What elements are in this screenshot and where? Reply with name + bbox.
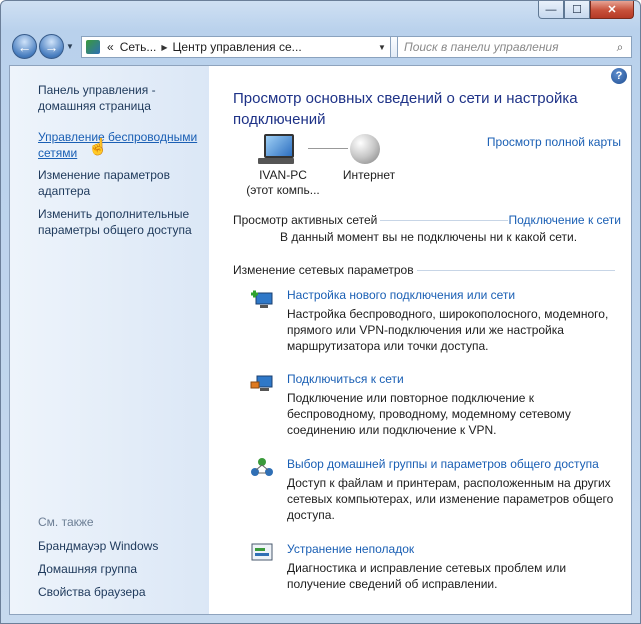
- task-description: Доступ к файлам и принтерам, расположенн…: [287, 476, 614, 522]
- window: — ☐ ✕ ← → ▼ « Сеть... ▶ Центр управления…: [0, 0, 641, 624]
- divider: [380, 220, 508, 221]
- main-panel: ? Просмотр основных сведений о сети и на…: [210, 66, 631, 614]
- chevron-down-icon[interactable]: ▼: [374, 43, 390, 52]
- globe-icon[interactable]: [350, 134, 380, 164]
- address-bar[interactable]: « Сеть... ▶ Центр управления се... ▼: [81, 36, 391, 58]
- help-icon[interactable]: ?: [611, 68, 627, 84]
- sidebar-link-homegroup[interactable]: Домашняя группа: [38, 561, 208, 577]
- search-input[interactable]: Поиск в панели управления ⌕: [397, 36, 632, 58]
- content-area: Панель управления - домашняя страница Уп…: [9, 65, 632, 615]
- search-icon[interactable]: ⌕: [609, 40, 631, 55]
- network-map: IVAN-PC (этот компь... Интернет: [238, 132, 398, 202]
- pc-subtitle: (этот компь...: [246, 183, 320, 197]
- page-title: Просмотр основных сведений о сети и наст…: [233, 90, 578, 128]
- change-settings-heading: Изменение сетевых параметров: [233, 263, 414, 277]
- close-button[interactable]: ✕: [590, 1, 634, 19]
- connect-network-icon: [250, 375, 273, 391]
- computer-icon[interactable]: [258, 134, 298, 164]
- maximize-button[interactable]: ☐: [564, 1, 590, 19]
- task-title[interactable]: Настройка нового подключения или сети: [287, 288, 515, 302]
- navigation-bar: ← → ▼ « Сеть... ▶ Центр управления се...…: [9, 33, 632, 61]
- task-title[interactable]: Подключиться к сети: [287, 372, 404, 386]
- minimize-button[interactable]: —: [538, 1, 564, 19]
- troubleshoot-icon: [251, 543, 273, 561]
- sidebar-link-firewall[interactable]: Брандмауэр Windows: [38, 538, 208, 554]
- internet-label: Интернет: [342, 168, 396, 182]
- view-full-map-link[interactable]: Просмотр полной карты: [487, 135, 621, 149]
- sidebar-item-adapter[interactable]: Изменение параметров адаптера: [38, 167, 208, 199]
- new-connection-icon: [251, 290, 273, 308]
- search-placeholder: Поиск в панели управления: [404, 40, 559, 54]
- no-networks-message: В данный момент вы не подключены ни к ка…: [280, 230, 578, 244]
- homegroup-icon: [251, 458, 273, 476]
- sidebar-item-wireless[interactable]: Управление беспроводными сетями: [38, 129, 208, 161]
- task-description: Подключение или повторное подключение к …: [287, 391, 571, 437]
- task-description: Настройка беспроводного, широкополосного…: [287, 307, 609, 353]
- chevron-right-icon[interactable]: ▶: [161, 43, 167, 52]
- computer-label: IVAN-PC (этот компь...: [238, 168, 328, 198]
- task-title[interactable]: Выбор домашней группы и параметров общег…: [287, 457, 599, 471]
- forward-button[interactable]: →: [39, 34, 64, 59]
- sidebar-item-sharing[interactable]: Изменить дополнительные параметры общего…: [38, 206, 208, 238]
- network-icon: [86, 40, 100, 54]
- sidebar-item-home[interactable]: Панель управления - домашняя страница: [38, 82, 208, 114]
- connect-to-network-link[interactable]: Подключение к сети: [509, 213, 621, 227]
- caption-buttons: — ☐ ✕: [538, 1, 634, 19]
- sidebar-link-browser[interactable]: Свойства браузера: [38, 584, 208, 600]
- address-prefix[interactable]: «: [107, 40, 114, 54]
- address-segment-network[interactable]: Сеть...: [120, 40, 157, 54]
- active-networks-heading: Просмотр активных сетей: [233, 213, 378, 227]
- connection-line: [308, 148, 348, 149]
- pc-name: IVAN-PC: [259, 168, 307, 182]
- see-also-title: См. также: [38, 515, 94, 529]
- task-title[interactable]: Устранение неполадок: [287, 542, 414, 556]
- sidebar: Панель управления - домашняя страница Уп…: [10, 66, 209, 614]
- recent-pages-dropdown-icon[interactable]: ▼: [66, 42, 74, 51]
- back-button[interactable]: ←: [12, 34, 37, 59]
- address-segment-center[interactable]: Центр управления се...: [173, 40, 302, 54]
- hand-cursor-icon: ☝: [88, 139, 108, 156]
- divider: [417, 270, 615, 271]
- task-description: Диагностика и исправление сетевых пробле…: [287, 561, 567, 591]
